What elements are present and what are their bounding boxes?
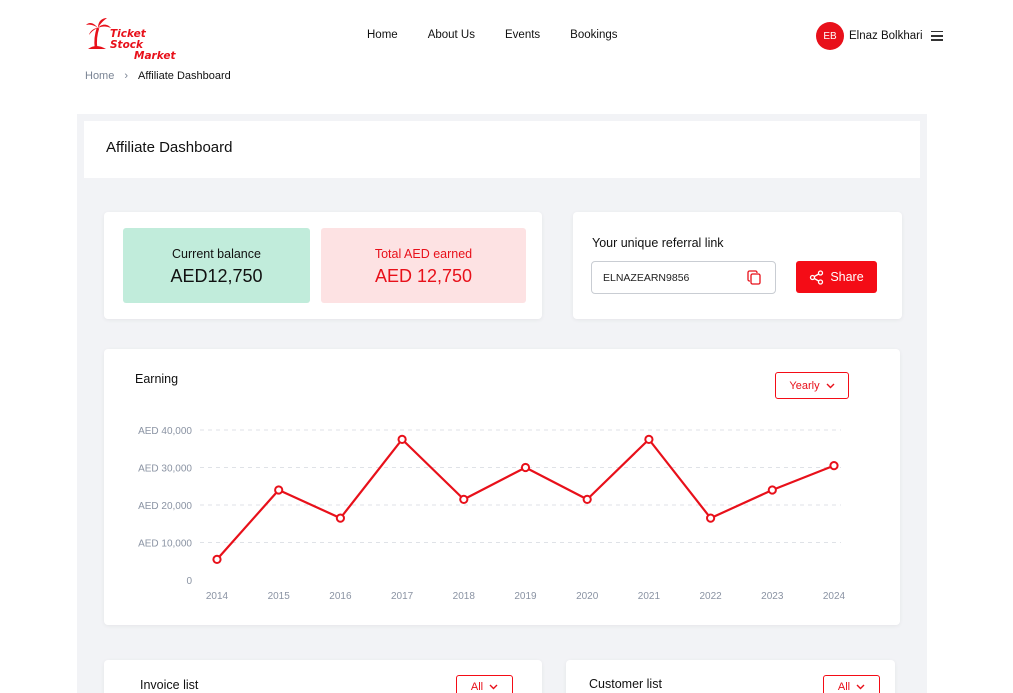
- data-point: [644, 434, 654, 444]
- series-line: [216, 438, 835, 561]
- invoice-filter-dropdown[interactable]: All: [456, 675, 513, 693]
- y-tick-label: AED 20,000: [138, 501, 192, 512]
- chevron-down-icon: [856, 684, 865, 690]
- y-tick-label: AED 30,000: [138, 464, 192, 475]
- x-tick-label: 2018: [453, 591, 476, 602]
- y-tick-label: AED 40,000: [138, 426, 192, 437]
- data-point: [274, 485, 284, 495]
- x-tick-label: 2016: [329, 591, 352, 602]
- nav-events[interactable]: Events: [505, 29, 540, 41]
- x-tick-label: 2014: [206, 591, 229, 602]
- balance-card: Current balance AED12,750 Total AED earn…: [104, 212, 542, 319]
- data-point: [706, 513, 716, 523]
- customer-list-card: Customer list All: [566, 660, 895, 693]
- referral-code: ELNAZEARN9856: [603, 271, 690, 284]
- share-icon: [810, 269, 824, 285]
- earning-chart: 0 AED 10,000 AED 20,000 AED 30,000 AED 40,00…: [138, 426, 846, 602]
- customer-list-title: Customer list: [589, 677, 662, 691]
- x-tick-label: 2022: [699, 591, 722, 602]
- invoice-list-title: Invoice list: [140, 678, 199, 692]
- user-name[interactable]: Elnaz Bolkhari: [849, 30, 923, 42]
- title-card: Affiliate Dashboard: [84, 121, 920, 178]
- breadcrumb-home[interactable]: Home: [85, 70, 114, 82]
- data-point: [520, 462, 531, 473]
- invoice-filter-label: All: [470, 681, 484, 693]
- x-tick-label: 2019: [514, 591, 537, 602]
- total-earned-label: Total AED earned: [374, 247, 473, 261]
- logo-text: Ticket Stock Market: [110, 29, 176, 62]
- x-tick-label: 2021: [638, 591, 661, 602]
- invoice-list-card: Invoice list All: [104, 660, 542, 693]
- referral-link-field[interactable]: ELNAZEARN9856: [591, 261, 776, 294]
- data-point: [829, 461, 839, 471]
- data-point: [397, 434, 407, 444]
- data-point: [767, 485, 777, 495]
- x-tick-label: 2024: [823, 591, 846, 602]
- data-point: [582, 494, 592, 504]
- data-point: [212, 554, 222, 564]
- x-tick-label: 2023: [761, 591, 784, 602]
- avatar[interactable]: EB: [816, 22, 844, 50]
- chevron-right-icon: ›: [124, 70, 129, 82]
- breadcrumb-current: Affiliate Dashboard: [138, 70, 231, 82]
- hamburger-menu-icon[interactable]: [931, 31, 943, 41]
- nav-bookings[interactable]: Bookings: [570, 29, 617, 41]
- main-nav: Home About Us Events Bookings: [367, 29, 647, 41]
- customer-filter-label: All: [837, 681, 851, 693]
- total-earned-value: AED 12,750: [374, 266, 473, 286]
- y-tick-label: 0: [186, 576, 192, 587]
- total-earned-stat: Total AED earned AED 12,750: [321, 228, 526, 303]
- referral-card: Your unique referral link ELNAZEARN9856 …: [573, 212, 902, 319]
- referral-title: Your unique referral link: [592, 236, 724, 250]
- x-tick-label: 2015: [268, 591, 291, 602]
- customer-filter-dropdown[interactable]: All: [823, 675, 880, 693]
- earning-card: Earning Yearly 0 AED 10,000 AED 20,000 AED …: [104, 349, 900, 625]
- data-point: [335, 513, 345, 523]
- logo[interactable]: Ticket Stock Market: [86, 16, 176, 62]
- current-balance-value: AED12,750: [170, 266, 263, 286]
- palm-tree-icon: [86, 18, 111, 49]
- current-balance-stat: Current balance AED12,750: [123, 228, 310, 303]
- copy-icon[interactable]: [747, 270, 761, 285]
- breadcrumb: Home › Affiliate Dashboard: [85, 70, 231, 82]
- x-tick-label: 2020: [576, 591, 599, 602]
- page-title: Affiliate Dashboard: [106, 139, 233, 156]
- nav-home[interactable]: Home: [367, 29, 398, 41]
- logo-line1: Ticket Stock: [110, 28, 146, 51]
- page: Ticket Stock Market Home About Us Events…: [0, 0, 1013, 693]
- share-label: Share: [830, 270, 864, 284]
- data-point: [459, 494, 469, 504]
- logo-line2: Market: [134, 50, 176, 62]
- chevron-down-icon: [489, 684, 498, 690]
- user-menu[interactable]: EB Elnaz Bolkhari: [816, 22, 923, 50]
- x-tick-label: 2017: [391, 591, 414, 602]
- current-balance-label: Current balance: [172, 247, 261, 261]
- share-button[interactable]: Share: [796, 261, 877, 293]
- y-tick-label: AED 10,000: [138, 539, 192, 550]
- nav-about-us[interactable]: About Us: [428, 29, 475, 41]
